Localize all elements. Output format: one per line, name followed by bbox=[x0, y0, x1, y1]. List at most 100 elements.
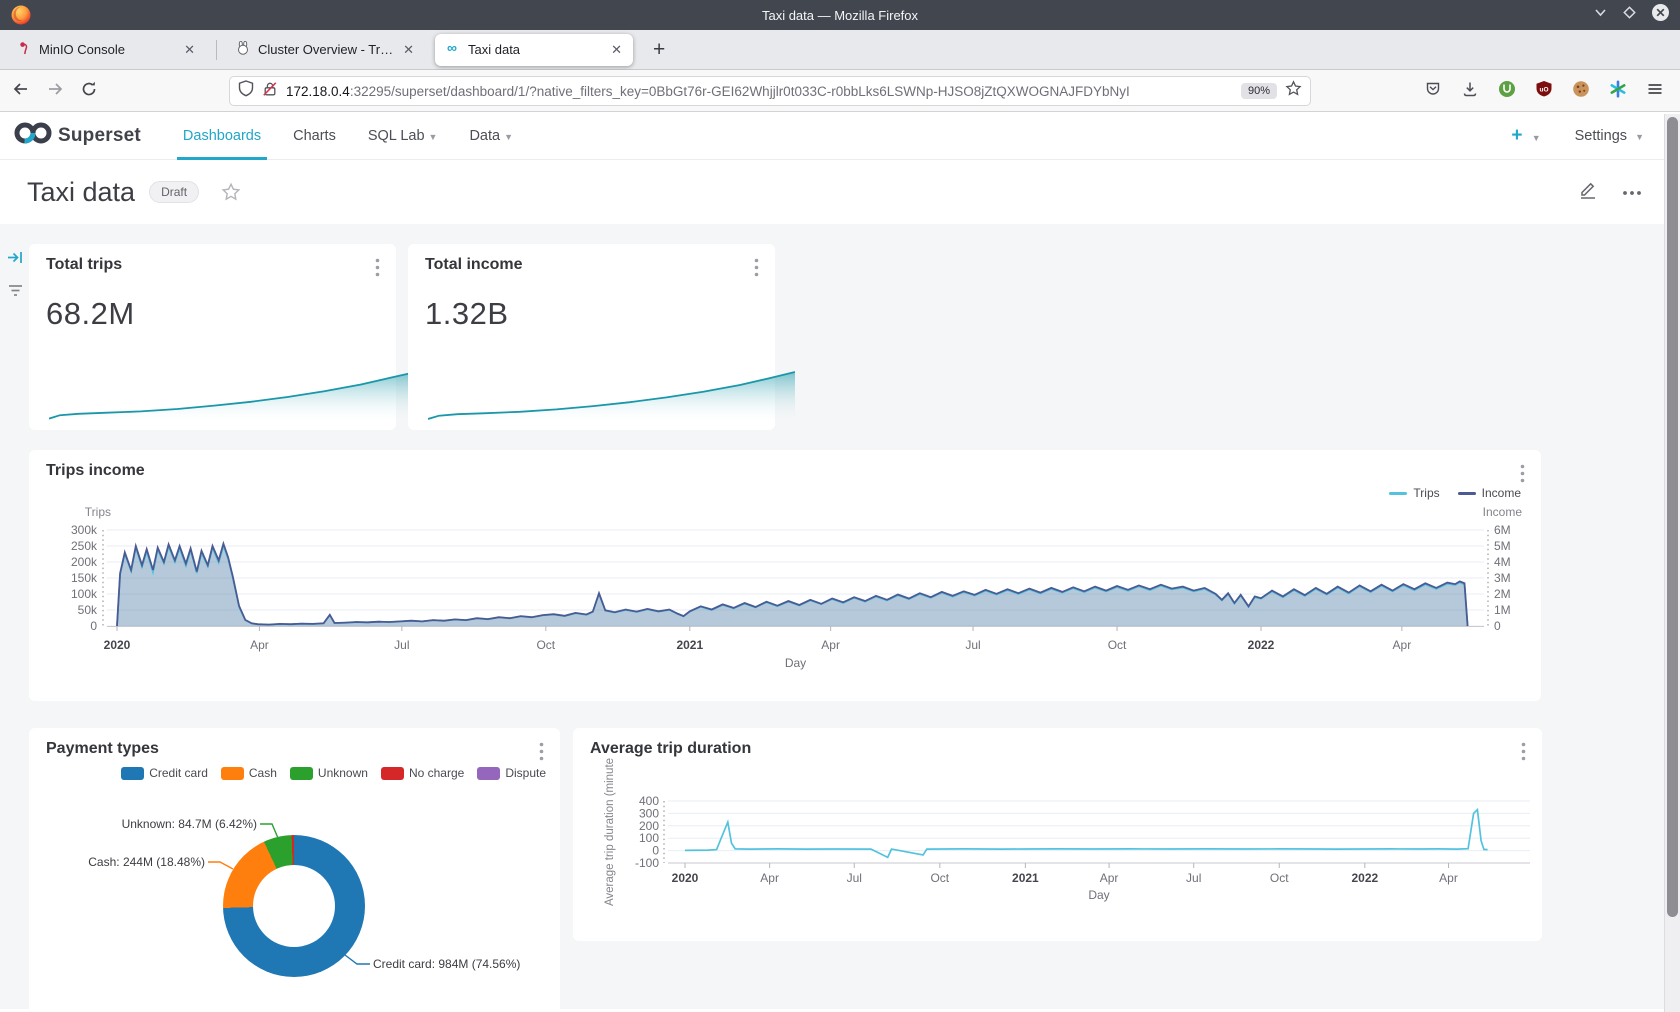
expand-filter-bar-icon[interactable] bbox=[7, 250, 24, 270]
new-tab-button[interactable]: + bbox=[643, 34, 675, 66]
donut-label-credit-card: Credit card: 984M (74.56%) bbox=[373, 957, 520, 971]
tab-bar: MinIO Console✕Cluster Overview - Trino✕∞… bbox=[0, 30, 1680, 70]
svg-text:Jul: Jul bbox=[1186, 871, 1201, 885]
trips-income-card: Trips income TripsIncome 300k250k200k150… bbox=[29, 450, 1541, 701]
dashboard-body: Total trips 68.2M Total income 1.32B Tri… bbox=[0, 224, 1680, 1009]
bookmark-star-icon[interactable] bbox=[1285, 80, 1302, 102]
svg-text:0: 0 bbox=[1494, 619, 1501, 633]
forward-button[interactable] bbox=[46, 80, 64, 103]
nav-item-dashboards[interactable]: Dashboards bbox=[183, 112, 261, 160]
svg-text:300k: 300k bbox=[71, 523, 98, 537]
window-titlebar: Taxi data — Mozilla Firefox bbox=[0, 0, 1680, 30]
avg-trip-duration-card: Average trip duration 4003002001000-1002… bbox=[573, 728, 1542, 941]
firefox-icon bbox=[10, 4, 32, 26]
insecure-lock-icon[interactable] bbox=[262, 81, 278, 102]
svg-text:2020: 2020 bbox=[104, 638, 131, 652]
hamburger-menu-icon[interactable] bbox=[1646, 80, 1664, 103]
url-bar[interactable]: 172.18.0.4:32295/superset/dashboard/1/?n… bbox=[229, 76, 1311, 106]
superset-logo[interactable]: Superset bbox=[14, 120, 141, 151]
svg-text:200k: 200k bbox=[71, 555, 98, 569]
tab-label: Cluster Overview - Trino bbox=[258, 42, 393, 57]
browser-tab-cluster-overview-trino[interactable]: Cluster Overview - Trino ✕ bbox=[227, 34, 425, 66]
filter-icon[interactable] bbox=[7, 284, 24, 302]
svg-text:2M: 2M bbox=[1494, 587, 1511, 601]
settings-menu[interactable]: Settings ▼ bbox=[1575, 128, 1644, 144]
svg-text:2020: 2020 bbox=[672, 871, 699, 885]
minio-icon bbox=[17, 41, 31, 58]
svg-text:Jul: Jul bbox=[847, 871, 862, 885]
brand-name: Superset bbox=[58, 125, 141, 147]
svg-text:Jul: Jul bbox=[965, 638, 980, 652]
svg-text:5M: 5M bbox=[1494, 539, 1511, 553]
svg-text:Apr: Apr bbox=[821, 638, 840, 652]
svg-text:Oct: Oct bbox=[930, 871, 949, 885]
svg-text:Apr: Apr bbox=[1100, 871, 1119, 885]
more-options-icon[interactable] bbox=[1622, 183, 1642, 201]
tab-close-icon[interactable]: ✕ bbox=[182, 42, 197, 58]
multicolor-asterisk-icon[interactable] bbox=[1609, 80, 1627, 103]
tab-label: MinIO Console bbox=[39, 42, 174, 57]
close-button[interactable] bbox=[1651, 3, 1670, 27]
window-title: Taxi data — Mozilla Firefox bbox=[0, 8, 1680, 23]
svg-text:100k: 100k bbox=[71, 587, 98, 601]
svg-text:Oct: Oct bbox=[536, 638, 555, 652]
svg-text:Apr: Apr bbox=[760, 871, 779, 885]
trips-income-chart: 300k250k200k150k100k50k06M5M4M3M2M1M0Tri… bbox=[29, 450, 1541, 701]
nav-item-charts[interactable]: Charts bbox=[293, 112, 336, 160]
scrollbar-thumb[interactable] bbox=[1667, 117, 1678, 917]
superset-navbar: Superset Dashboards Charts SQL Lab▼ Data▼ +… bbox=[0, 112, 1680, 160]
trino-icon bbox=[236, 41, 250, 58]
reload-button[interactable] bbox=[80, 80, 98, 103]
page-scrollbar[interactable] bbox=[1664, 114, 1680, 1012]
tracking-shield-icon[interactable] bbox=[238, 80, 254, 102]
chart-title: Total trips bbox=[46, 256, 122, 274]
caret-down-icon: ▼ bbox=[1635, 132, 1644, 142]
pocket-icon[interactable] bbox=[1424, 80, 1442, 103]
back-button[interactable] bbox=[12, 80, 30, 103]
payment-types-card: Payment types Credit cardCashUnknownNo c… bbox=[29, 728, 560, 1009]
svg-text:50k: 50k bbox=[78, 603, 98, 617]
favorite-star-icon[interactable] bbox=[221, 182, 241, 207]
svg-text:3M: 3M bbox=[1494, 571, 1511, 585]
tab-separator bbox=[216, 40, 217, 60]
chart-title: Total income bbox=[425, 256, 523, 274]
nav-item-sql-lab[interactable]: SQL Lab▼ bbox=[368, 112, 438, 160]
svg-text:4M: 4M bbox=[1494, 555, 1511, 569]
svg-text:Oct: Oct bbox=[1270, 871, 1289, 885]
browser-tab-minio-console[interactable]: MinIO Console ✕ bbox=[8, 34, 206, 66]
svg-text:2022: 2022 bbox=[1248, 638, 1275, 652]
tab-close-icon[interactable]: ✕ bbox=[401, 42, 416, 58]
chart-kebab-menu-icon[interactable] bbox=[754, 258, 759, 282]
browser-tab-taxi-data[interactable]: ∞Taxi data✕ bbox=[435, 34, 633, 66]
edit-dashboard-icon[interactable] bbox=[1577, 179, 1598, 205]
tab-close-icon[interactable]: ✕ bbox=[609, 42, 624, 58]
draft-badge: Draft bbox=[149, 181, 199, 203]
svg-text:150k: 150k bbox=[71, 571, 98, 585]
svg-text:Day: Day bbox=[1088, 888, 1109, 902]
svg-text:Apr: Apr bbox=[1393, 638, 1412, 652]
big-number-value: 1.32B bbox=[425, 296, 509, 332]
svg-text:0: 0 bbox=[90, 619, 97, 633]
total-income-card: Total income 1.32B bbox=[408, 244, 775, 430]
new-item-button[interactable]: + ▼ bbox=[1511, 125, 1540, 147]
maximize-button[interactable] bbox=[1622, 5, 1637, 25]
svg-text:2021: 2021 bbox=[676, 638, 703, 652]
chart-kebab-menu-icon[interactable] bbox=[375, 258, 380, 282]
svg-text:Income: Income bbox=[1483, 505, 1523, 519]
zoom-level-indicator[interactable]: 90% bbox=[1241, 83, 1277, 99]
avg-trip-duration-chart: 4003002001000-1002020AprJulOct2021AprJul… bbox=[573, 728, 1542, 941]
privacy-badger-icon[interactable] bbox=[1498, 80, 1516, 103]
minimize-button[interactable] bbox=[1593, 5, 1608, 25]
svg-text:Jul: Jul bbox=[394, 638, 409, 652]
download-icon[interactable] bbox=[1461, 80, 1479, 103]
cookie-icon[interactable] bbox=[1572, 80, 1590, 103]
url-text[interactable]: 172.18.0.4:32295/superset/dashboard/1/?n… bbox=[286, 84, 1233, 99]
firefox-window: Taxi data — Mozilla Firefox MinIO Consol… bbox=[0, 0, 1680, 1012]
dashboard-title: Taxi data bbox=[27, 177, 135, 208]
svg-text:1M: 1M bbox=[1494, 603, 1511, 617]
svg-text:Day: Day bbox=[785, 656, 806, 670]
total-trips-card: Total trips 68.2M bbox=[29, 244, 396, 430]
nav-item-data[interactable]: Data▼ bbox=[469, 112, 513, 160]
superset-infinity-icon bbox=[14, 120, 52, 151]
ublock-icon[interactable]: uO bbox=[1535, 80, 1553, 103]
